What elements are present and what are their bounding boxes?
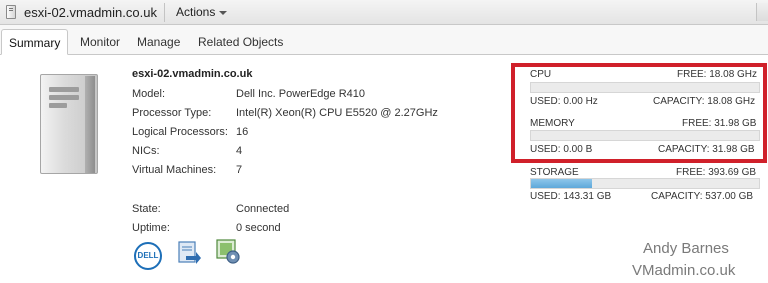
virtual-machines-value: 7 [236, 164, 243, 176]
object-title: esxi-02.vmadmin.co.uk [24, 5, 157, 20]
host-name: esxi-02.vmadmin.co.uk [132, 68, 253, 80]
uptime-value: 0 second [236, 222, 281, 234]
object-header: esxi-02.vmadmin.co.uk Actions [0, 0, 768, 25]
tab-related-objects[interactable]: Related Objects [198, 35, 283, 49]
tab-manage[interactable]: Manage [137, 35, 180, 49]
header-divider [164, 3, 165, 22]
host-settings-icon[interactable] [216, 238, 242, 266]
virtual-machines-label: Virtual Machines: [132, 164, 217, 176]
state-value: Connected [236, 203, 290, 215]
host-icon [6, 5, 16, 19]
logical-processors-value: 16 [236, 126, 249, 138]
tab-summary[interactable]: Summary [1, 29, 69, 55]
storage-usage-fill [531, 179, 592, 188]
processor-type-value: Intel(R) Xeon(R) CPU E5520 @ 2.27GHz [236, 107, 438, 119]
server-side-panel [85, 76, 95, 173]
model-value: Dell Inc. PowerEdge R410 [236, 88, 366, 100]
uptime-label: Uptime: [132, 222, 170, 234]
chevron-down-icon [219, 10, 228, 15]
actions-label: Actions [176, 5, 216, 19]
storage-used: USED: 143.31 GB [530, 191, 612, 202]
nics-label: NICs: [132, 145, 160, 157]
logical-processors-label: Logical Processors: [132, 126, 228, 138]
storage-usage-bar [530, 178, 760, 189]
export-icon[interactable] [176, 240, 202, 266]
tab-monitor[interactable]: Monitor [80, 35, 120, 49]
nics-value: 4 [236, 145, 243, 157]
storage-free: FREE: 393.69 GB [676, 167, 757, 178]
watermark-site: VMadmin.co.uk [632, 262, 736, 279]
model-label: Model: [132, 88, 166, 100]
tab-bar: Summary Monitor Manage Related Objects [0, 25, 768, 55]
resource-highlight-box [511, 63, 767, 163]
processor-type-label: Processor Type: [132, 107, 212, 119]
storage-capacity: CAPACITY: 537.00 GB [651, 191, 754, 202]
storage-label: STORAGE [530, 167, 579, 178]
dell-logo-icon[interactable]: DELL [134, 242, 162, 270]
state-label: State: [132, 203, 161, 215]
actions-menu-button[interactable]: Actions [176, 5, 228, 19]
watermark-author: Andy Barnes [643, 240, 729, 257]
header-corner-control[interactable] [756, 3, 768, 21]
